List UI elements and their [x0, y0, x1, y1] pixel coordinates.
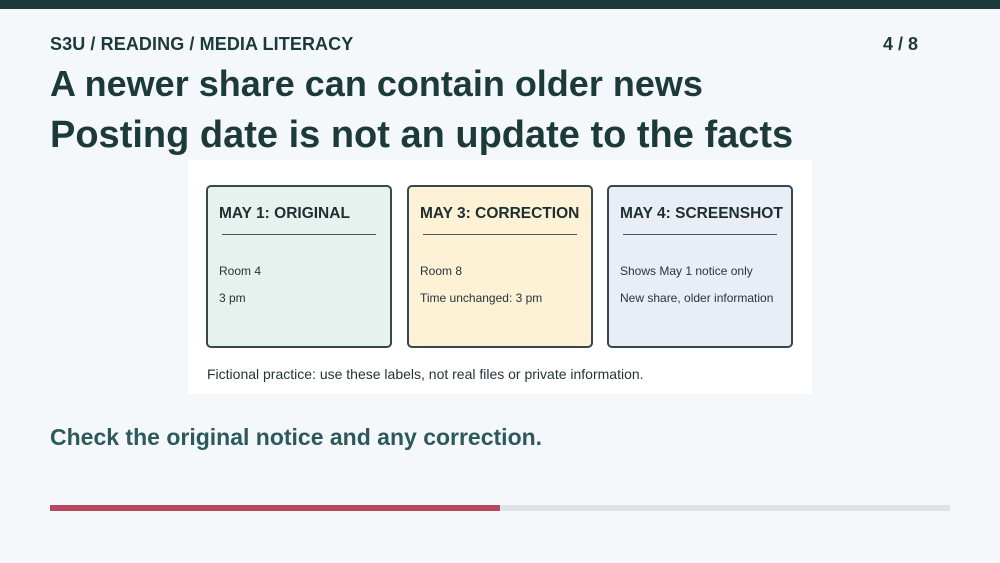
card-divider [623, 234, 777, 235]
card-may1-original: MAY 1: ORIGINAL Room 4 3 pm [206, 185, 392, 348]
slide-title: A newer share can contain older news [50, 63, 703, 104]
card-detail: Room 4 [219, 264, 262, 278]
breadcrumb: S3U / READING / MEDIA LITERACY [50, 34, 354, 54]
card-detail: New share, older information [620, 291, 774, 305]
card-title: MAY 4: SCREENSHOT [620, 205, 783, 222]
card-title: MAY 1: ORIGINAL [219, 205, 350, 222]
figure-caption: Fictional practice: use these labels, no… [207, 366, 644, 382]
card-divider [222, 234, 376, 235]
slide-subtitle: Posting date is not an update to the fac… [50, 114, 794, 156]
card-detail: 3 pm [219, 291, 246, 305]
card-detail: Time unchanged: 3 pm [420, 291, 543, 305]
progress-bar-fill [50, 505, 500, 511]
card-detail: Shows May 1 notice only [620, 264, 753, 278]
timeline-figure: MAY 1: ORIGINAL Room 4 3 pm MAY 3: CORRE… [188, 160, 812, 394]
card-may4-screenshot: MAY 4: SCREENSHOT Shows May 1 notice onl… [607, 185, 793, 348]
card-detail: Room 8 [420, 264, 463, 278]
card-title: MAY 3: CORRECTION [420, 205, 580, 222]
card-may3-correction: MAY 3: CORRECTION Room 8 Time unchanged:… [407, 185, 593, 348]
page-counter: 4 / 8 [882, 34, 918, 54]
top-accent-bar [0, 0, 1000, 9]
progress-bar [50, 505, 950, 511]
takeaway-text: Check the original notice and any correc… [50, 424, 543, 450]
card-divider [423, 234, 577, 235]
